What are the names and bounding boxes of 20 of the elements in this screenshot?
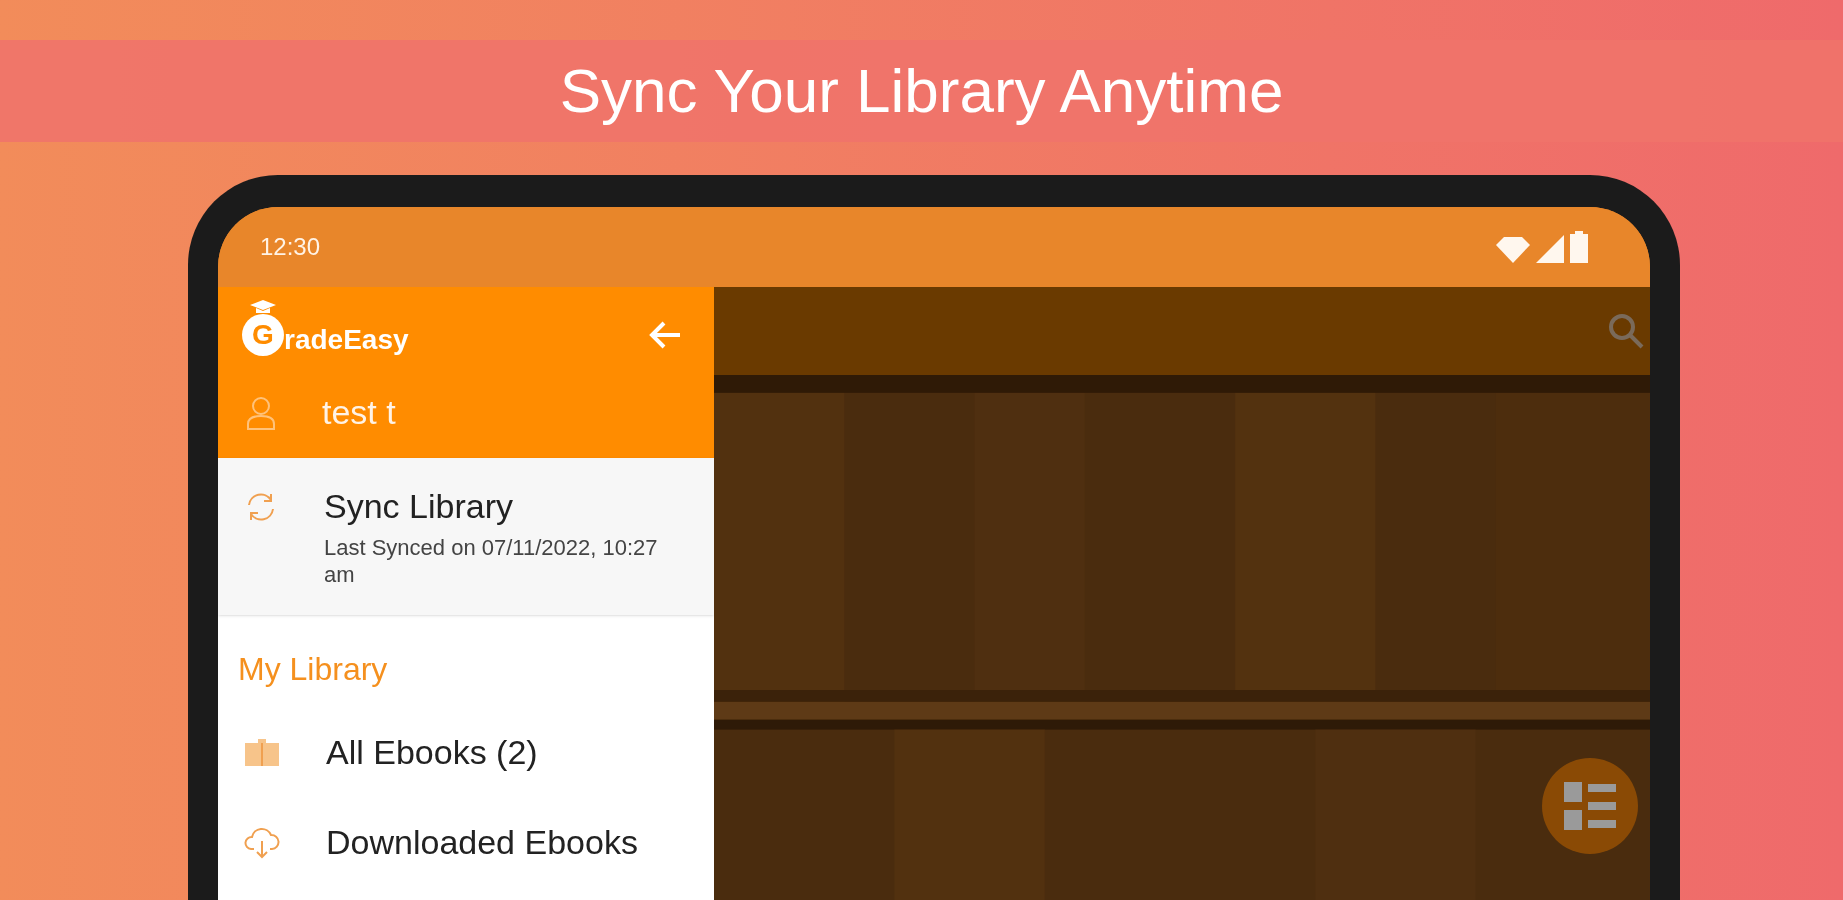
person-icon [246,395,276,430]
wifi-icon [1496,237,1530,263]
logo-letter: G [242,314,284,356]
graduation-cap-icon [250,300,276,314]
section-heading: My Library [237,650,389,689]
drawer-item[interactable]: Downloaded Ebooks [218,797,714,887]
sync-subtitle: Last Synced on 07/11/2022, 10:27 am [324,534,659,588]
battery-icon [1570,231,1588,263]
list-view-icon [1564,782,1616,830]
status-time: 12:30 [260,232,321,262]
back-arrow-icon[interactable] [648,320,682,350]
sync-title: Sync Library [324,486,514,527]
user-name: test t [322,392,396,433]
app-logo-text: radeEasy [284,326,409,354]
drawer-item[interactable]: All Ebooks (2) [218,707,714,797]
search-icon[interactable] [1606,311,1646,351]
sync-library-item[interactable]: Sync Library Last Synced on 07/11/2022, 10:27 am [218,458,714,615]
book-icon [244,737,280,767]
cloud-download-icon [244,825,280,859]
signal-icon [1536,235,1564,263]
